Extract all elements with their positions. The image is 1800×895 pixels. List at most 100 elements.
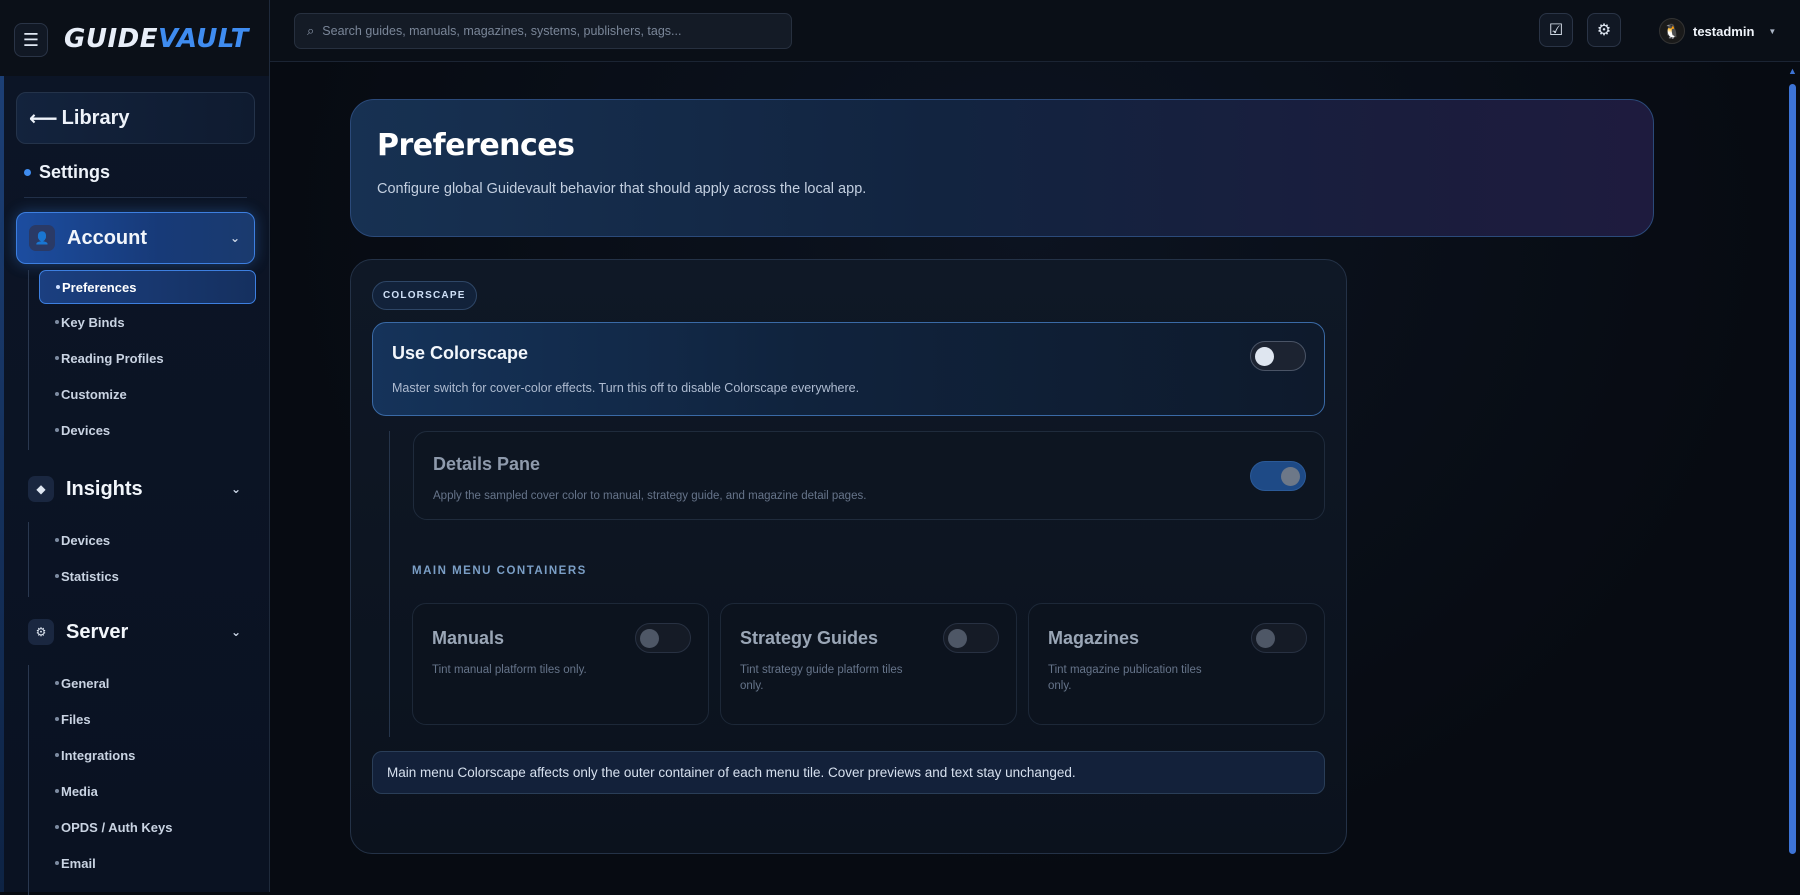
gear-icon[interactable]: ⚙ [1587,13,1621,47]
sidebar-item-files[interactable]: Files [29,701,172,737]
card-title: Magazines [1048,628,1140,648]
sidebar-section-account[interactable]: 👤 Account ⌄ [16,212,255,264]
sidebar-item-general[interactable]: General [29,665,172,701]
user-menu[interactable]: 🐧 testadmin ▼ [1659,17,1776,45]
sidebar-item-label: Files [61,711,91,727]
strategy-guides-toggle[interactable] [943,623,999,653]
chevron-down-icon[interactable]: ⌄ [231,482,241,496]
main-menu-containers-label: MAIN MENU CONTAINERS [412,565,587,577]
sidebar-item-preferences[interactable]: Preferences [39,270,256,304]
sidebar: ⟵ Library Settings 👤 Account ⌄ Preferenc… [0,76,270,895]
sidebar-item-reading-profiles[interactable]: Reading Profiles [29,340,256,376]
page-subtitle: Configure global Guidevault behavior tha… [377,181,867,197]
strategy-guides-card: Strategy Guides Tint strategy guide plat… [720,603,1017,725]
settings-label: Settings [39,162,111,182]
username: testadmin [1693,23,1755,39]
sidebar-item-label: Integrations [61,747,136,763]
sidebar-item-label: Customize [61,386,127,402]
sidebar-item-label: General [61,675,110,691]
magazines-card: Magazines Tint magazine publication tile… [1028,603,1325,725]
hamburger-menu-icon[interactable]: ☰ [14,23,48,57]
chevron-down-icon: ▼ [1768,26,1777,36]
sidebar-item-label: Preferences [62,279,137,295]
arrow-left-icon: ⟵ [29,107,58,130]
sidebar-item-label: Key Binds [61,314,125,330]
sidebar-item-label: Media [61,783,98,799]
logo-part-guide: GUIDE [64,24,158,54]
avatar: 🐧 [1659,18,1685,44]
sidebar-item-integrations[interactable]: Integrations [29,737,172,773]
section-tag: COLORSCAPE [372,281,477,310]
card-title: Use Colorscape [392,343,529,363]
section-label: Account [67,226,147,249]
search-input[interactable] [322,24,763,38]
gear-icon: ⚙ [28,619,54,645]
use-colorscape-card: Use Colorscape Master switch for cover-c… [372,322,1325,416]
info-note: Main menu Colorscape affects only the ou… [372,751,1325,794]
manuals-toggle[interactable] [635,623,691,653]
sidebar-section-insights[interactable]: ◆ Insights ⌄ [16,463,255,515]
chevron-down-icon[interactable]: ⌄ [230,231,240,245]
manuals-card: Manuals Tint manual platform tiles only. [412,603,709,725]
sidebar-section-server[interactable]: ⚙ Server ⌄ [16,606,255,658]
card-description: Master switch for cover-color effects. T… [392,381,860,395]
top-bar: ⌕ ☑ ⚙ 🐧 testadmin ▼ [0,0,1800,62]
card-title: Strategy Guides [740,628,879,648]
card-title: Details Pane [433,454,541,474]
sidebar-item-label: Email [61,855,96,871]
sidebar-item-key-binds[interactable]: Key Binds [29,304,256,340]
diamond-icon: ◆ [28,476,54,502]
scrollbar[interactable]: ▲ [1785,62,1800,892]
sidebar-item-label: Reading Profiles [61,350,164,366]
account-sub-list: Preferences Key Binds Reading Profiles C… [28,270,256,450]
card-description: Tint manual platform tiles only. [432,664,587,676]
dot-icon [24,169,31,176]
colorscape-panel: COLORSCAPE Use Colorscape Master switch … [350,259,1347,854]
user-icon: 👤 [29,225,55,251]
card-description: Tint strategy guide platform tiles only. [740,664,903,692]
logo-part-vault: VAULT [157,24,249,54]
sidebar-item-devices[interactable]: Devices [29,412,256,448]
sidebar-item-label: Devices [61,422,111,438]
brand-area: ☰ GUIDEVAULT [0,0,270,76]
logo[interactable]: GUIDEVAULT [64,24,249,56]
nested-indent-line [389,431,390,737]
sidebar-item-label: OPDS / Auth Keys [61,819,173,835]
back-to-library-label: Library [61,106,130,129]
toggle-knob [948,629,967,648]
sidebar-item-label: Devices [61,532,111,548]
sidebar-item-customize[interactable]: Customize [29,376,256,412]
card-description: Apply the sampled cover color to manual,… [433,490,867,502]
sidebar-item-statistics[interactable]: Statistics [29,558,119,594]
page-header: Preferences Configure global Guidevault … [350,99,1654,237]
back-to-library-button[interactable]: ⟵ Library [16,92,255,144]
toggle-knob [1256,629,1275,648]
sidebar-item-label: Statistics [61,568,119,584]
toggle-knob [640,629,659,648]
section-label: Insights [66,477,143,500]
page-title: Preferences [377,128,575,163]
toggle-knob [1281,467,1300,486]
tasks-icon[interactable]: ☑ [1539,13,1573,47]
sidebar-item-insights-devices[interactable]: Devices [29,522,119,558]
sidebar-item-media[interactable]: Media [29,773,172,809]
search-icon: ⌕ [307,23,315,38]
details-pane-card: Details Pane Apply the sampled cover col… [413,431,1325,520]
toggle-knob [1255,347,1274,366]
divider [24,197,247,198]
section-label: Server [66,620,129,643]
sidebar-item-opds-auth-keys[interactable]: OPDS / Auth Keys [29,809,172,845]
magazines-toggle[interactable] [1251,623,1307,653]
chevron-down-icon[interactable]: ⌄ [231,625,241,639]
scroll-thumb[interactable] [1789,84,1796,854]
insights-sub-list: Devices Statistics [28,522,119,597]
use-colorscape-toggle[interactable] [1250,341,1306,371]
details-pane-toggle[interactable] [1250,461,1306,491]
settings-heading: Settings [24,162,110,183]
card-description: Tint magazine publication tiles only. [1048,664,1202,692]
server-sub-list: General Files Integrations Media OPDS / … [28,665,172,895]
card-title: Manuals [432,628,505,648]
sidebar-item-email[interactable]: Email [29,845,172,881]
search-bar[interactable]: ⌕ [294,13,792,49]
scroll-up-icon[interactable]: ▲ [1788,66,1797,76]
